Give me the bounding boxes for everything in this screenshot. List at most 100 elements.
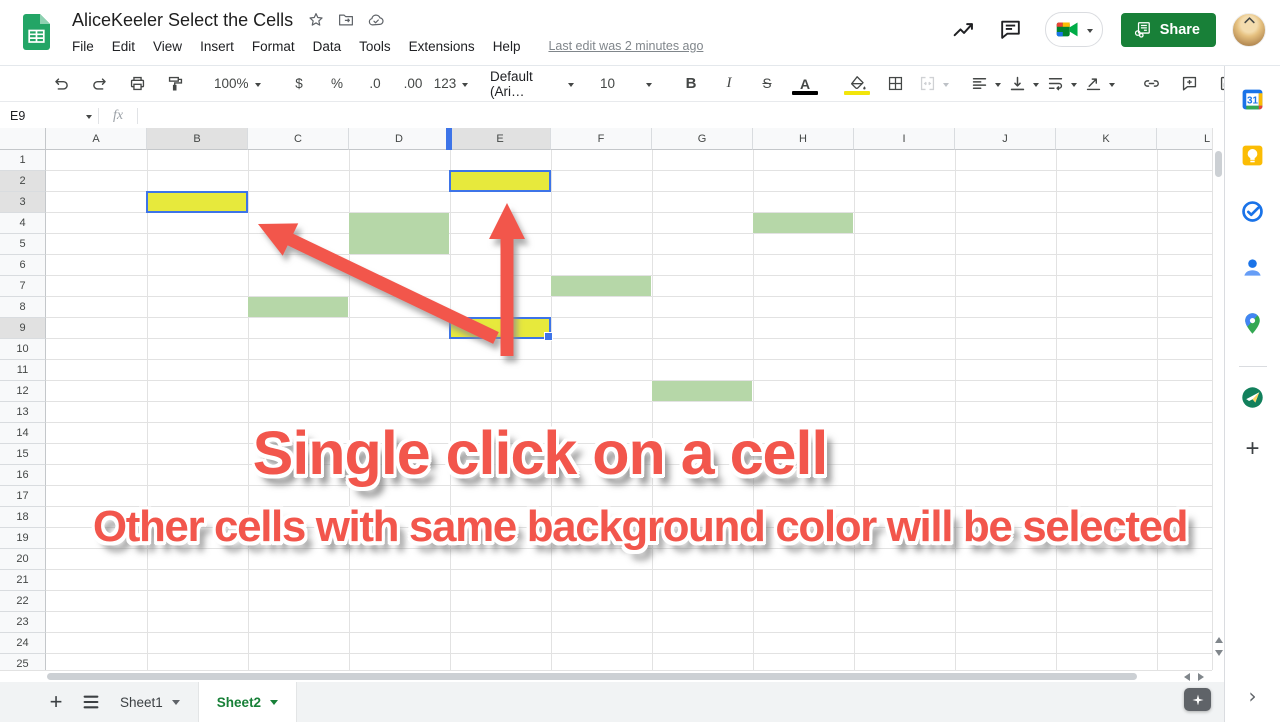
row-header-12[interactable]: 12	[0, 381, 46, 402]
add-sheet-button[interactable]: +	[44, 689, 68, 715]
increase-decimal-places-button[interactable]: .00	[396, 71, 430, 97]
paint-format-button[interactable]	[158, 71, 192, 97]
formula-input[interactable]	[144, 103, 1224, 128]
hide-menus-button[interactable]	[1232, 7, 1266, 33]
fill-color-button[interactable]	[840, 71, 874, 97]
font-family-button[interactable]: Default (Ari…	[486, 69, 578, 99]
row-header-21[interactable]: 21	[0, 570, 46, 591]
strikethrough-button[interactable]: S	[750, 71, 784, 97]
row-header-4[interactable]: 4	[0, 213, 46, 234]
column-header-F[interactable]: F	[551, 128, 652, 150]
row-header-9[interactable]: 9	[0, 318, 46, 339]
menu-help[interactable]: Help	[493, 37, 529, 56]
column-header-I[interactable]: I	[854, 128, 955, 150]
keep-icon[interactable]	[1240, 143, 1265, 168]
text-wrapping-button[interactable]	[1044, 71, 1078, 97]
contacts-icon[interactable]	[1240, 255, 1265, 280]
spreadsheet-grid[interactable]: A B C D E F G H I J K L 1 2 3 4 5 6 7 8 9 10 11 12 13 14 15 16 17 18 1…	[0, 128, 1212, 670]
menu-insert[interactable]: Insert	[200, 37, 242, 56]
vertical-scrollbar-thumb[interactable]	[1215, 151, 1222, 177]
italic-button[interactable]: I	[712, 71, 746, 97]
column-header-J[interactable]: J	[955, 128, 1056, 150]
cell-D4-D5[interactable]	[349, 213, 449, 254]
hide-side-panel-button[interactable]: ›	[1249, 684, 1257, 708]
menu-edit[interactable]: Edit	[112, 37, 143, 56]
row-header-7[interactable]: 7	[0, 276, 46, 297]
horizontal-scrollbar[interactable]	[0, 670, 1212, 682]
explore-button[interactable]	[1184, 688, 1211, 711]
move-folder-icon[interactable]	[337, 11, 355, 29]
menu-format[interactable]: Format	[252, 37, 303, 56]
bold-button[interactable]: B	[674, 71, 708, 97]
sheet-tab-sheet2[interactable]: Sheet2	[198, 682, 298, 722]
row-header-15[interactable]: 15	[0, 444, 46, 465]
column-header-B[interactable]: B	[147, 128, 248, 150]
decrease-decimal-places-button[interactable]: .0	[358, 71, 392, 97]
row-header-23[interactable]: 23	[0, 612, 46, 633]
column-header-E[interactable]: E	[450, 128, 551, 150]
comment-history-icon[interactable]	[998, 17, 1023, 42]
borders-button[interactable]	[878, 71, 912, 97]
row-header-1[interactable]: 1	[0, 150, 46, 171]
vertical-align-button[interactable]	[1006, 71, 1040, 97]
more-formats-button[interactable]: 123	[434, 71, 469, 97]
column-header-D[interactable]: D	[349, 128, 450, 150]
column-header-C[interactable]: C	[248, 128, 349, 150]
addon-paper-plane-icon[interactable]	[1240, 385, 1265, 410]
menu-view[interactable]: View	[153, 37, 190, 56]
column-header-H[interactable]: H	[753, 128, 854, 150]
print-button[interactable]	[120, 71, 154, 97]
column-header-L[interactable]: L	[1157, 128, 1212, 150]
menu-file[interactable]: File	[72, 37, 102, 56]
scroll-left-arrow[interactable]	[1180, 673, 1190, 681]
name-box[interactable]: E9	[0, 109, 92, 123]
font-size-button[interactable]: 10	[596, 71, 656, 97]
menu-extensions[interactable]: Extensions	[409, 37, 483, 56]
maps-icon[interactable]	[1240, 311, 1265, 336]
fill-handle[interactable]	[544, 332, 553, 341]
redo-button[interactable]	[82, 71, 116, 97]
row-header-6[interactable]: 6	[0, 255, 46, 276]
select-all-corner[interactable]	[0, 128, 46, 150]
row-header-13[interactable]: 13	[0, 402, 46, 423]
sheet-tab-sheet1[interactable]: Sheet1	[102, 682, 199, 722]
insert-comment-button[interactable]	[1172, 71, 1206, 97]
horizontal-align-button[interactable]	[968, 71, 1002, 97]
column-header-K[interactable]: K	[1056, 128, 1157, 150]
row-header-17[interactable]: 17	[0, 486, 46, 507]
scroll-down-arrow[interactable]	[1215, 650, 1223, 660]
vertical-scrollbar[interactable]	[1212, 128, 1224, 670]
format-as-currency-button[interactable]: $	[282, 71, 316, 97]
calendar-icon[interactable]: 31	[1240, 87, 1265, 112]
scroll-right-arrow[interactable]	[1198, 673, 1208, 681]
document-title[interactable]: AliceKeeler Select the Cells	[72, 10, 293, 31]
cell-G12[interactable]	[652, 381, 752, 401]
column-header-A[interactable]: A	[46, 128, 147, 150]
undo-button[interactable]	[44, 71, 78, 97]
column-header-G[interactable]: G	[652, 128, 753, 150]
row-header-22[interactable]: 22	[0, 591, 46, 612]
star-icon[interactable]	[307, 11, 325, 29]
row-header-18[interactable]: 18	[0, 507, 46, 528]
text-rotation-button[interactable]	[1082, 71, 1116, 97]
insert-link-button[interactable]	[1134, 71, 1168, 97]
row-header-8[interactable]: 8	[0, 297, 46, 318]
row-header-16[interactable]: 16	[0, 465, 46, 486]
horizontal-scrollbar-thumb[interactable]	[47, 673, 1137, 680]
tasks-icon[interactable]	[1240, 199, 1265, 224]
zoom-button[interactable]: 100%	[210, 71, 264, 97]
format-as-percent-button[interactable]: %	[320, 71, 354, 97]
cell-H4[interactable]	[753, 213, 853, 233]
share-button[interactable]: Share	[1120, 12, 1216, 47]
row-header-3[interactable]: 3	[0, 192, 46, 213]
meet-button[interactable]	[1044, 12, 1103, 47]
row-header-19[interactable]: 19	[0, 528, 46, 549]
row-header-25[interactable]: 25	[0, 654, 46, 670]
row-header-20[interactable]: 20	[0, 549, 46, 570]
row-header-11[interactable]: 11	[0, 360, 46, 381]
document-stats-icon[interactable]	[951, 17, 976, 42]
text-color-button[interactable]: A	[788, 71, 822, 97]
cell-F7[interactable]	[551, 276, 651, 296]
last-edit-link[interactable]: Last edit was 2 minutes ago	[548, 39, 703, 53]
row-header-14[interactable]: 14	[0, 423, 46, 444]
